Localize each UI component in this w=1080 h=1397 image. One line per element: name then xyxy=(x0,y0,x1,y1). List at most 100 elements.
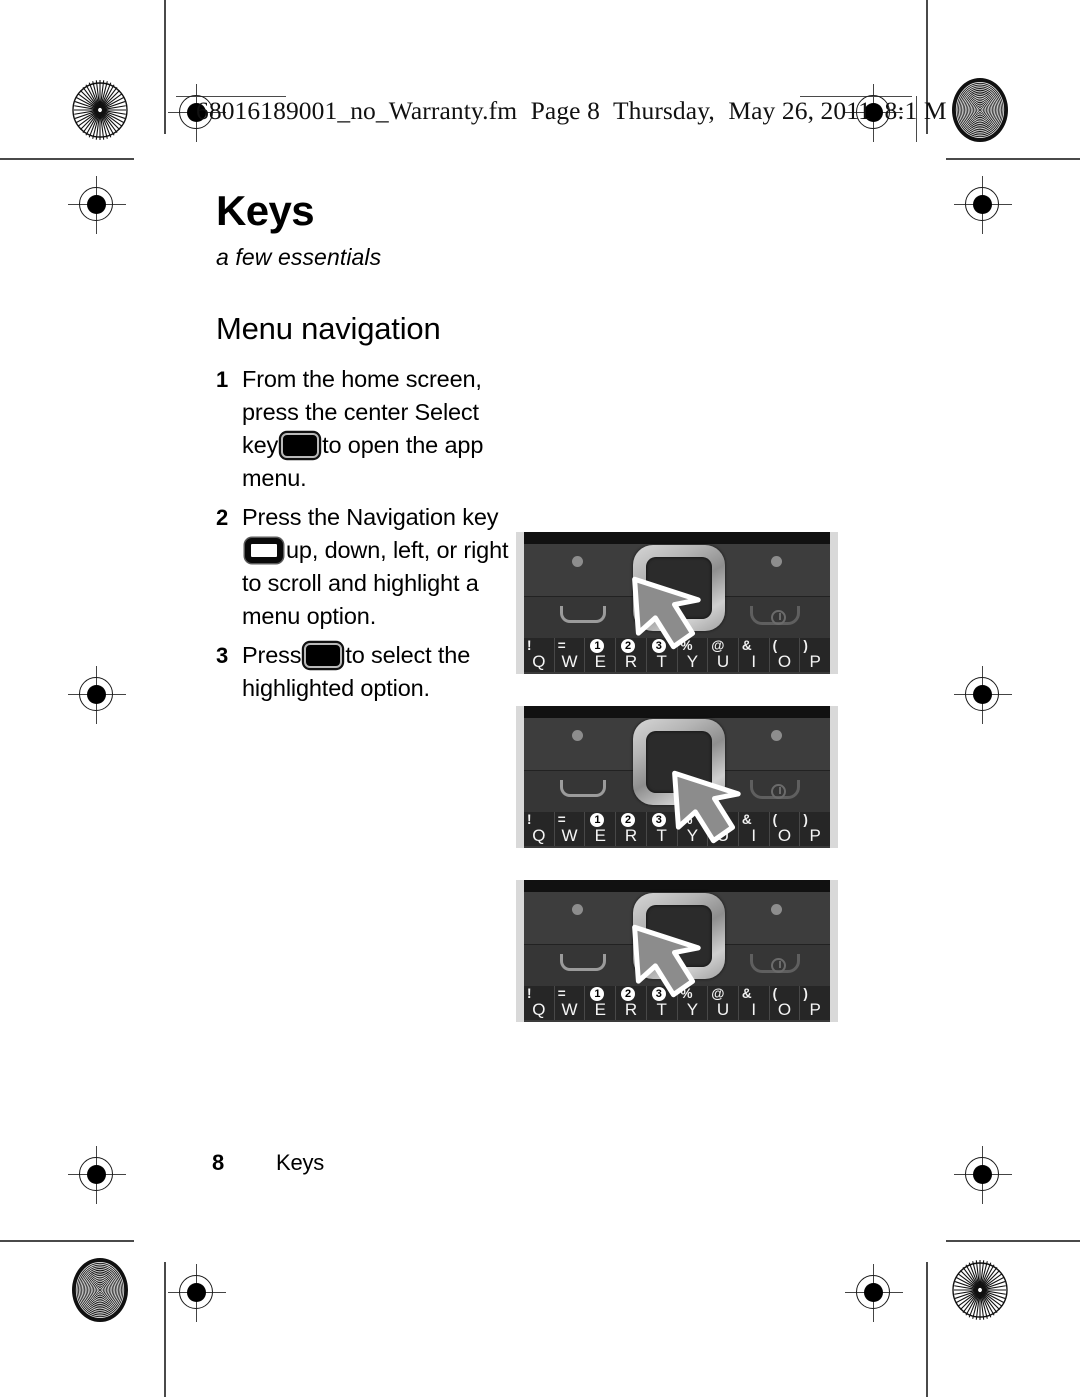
phone-top-strip xyxy=(524,706,830,718)
keyboard-key: ) P xyxy=(800,812,831,846)
phone-illustration: !Q=W1E2R3T%Y@U&I(O)P xyxy=(512,529,842,677)
trim-line-left-h-bottom xyxy=(0,1240,134,1242)
step-text-line: key xyxy=(242,432,279,458)
keyboard-key-letter: E xyxy=(594,652,606,671)
step-number: 1 xyxy=(216,367,229,392)
step-text-line: center Select xyxy=(343,399,479,425)
step-number: 3 xyxy=(216,643,229,668)
keyboard-key-letter: O xyxy=(777,826,792,845)
select-key-icon xyxy=(281,433,320,458)
phone-body: !Q=W1E2R3T%Y@U&I(O)P xyxy=(516,706,838,848)
keyboard-key-symbol: 2 xyxy=(621,987,636,1001)
phone-bezel-left xyxy=(516,532,524,674)
keyboard-key-symbol: & xyxy=(741,986,752,1001)
trim-line-right-h-top xyxy=(946,158,1080,160)
slug-time: 8:1 M xyxy=(884,96,947,125)
step-text-line: up, down, xyxy=(286,537,387,563)
step-text: From the home screen, press the center S… xyxy=(242,363,516,495)
body-area: 1 From the home screen, press the center… xyxy=(216,363,856,1025)
keyboard-key-symbol: = xyxy=(557,812,566,827)
soft-key-left-icon xyxy=(560,606,606,623)
phone-bezel-left xyxy=(516,706,524,848)
select-key-icon xyxy=(304,643,343,668)
step-text-line: to open the xyxy=(322,432,439,458)
keyboard-key: ) P xyxy=(800,638,831,672)
keyboard-key-symbol: ! xyxy=(527,986,532,1001)
phone-top-strip xyxy=(524,532,830,544)
keyboard-key-letter: P xyxy=(809,652,821,671)
keyboard-key-symbol: ( xyxy=(772,986,778,1001)
phone-indicator-dot-right xyxy=(771,556,782,567)
rosette-icon xyxy=(72,80,128,140)
keyboard-key-symbol: ( xyxy=(772,812,778,827)
keyboard-key-symbol: 1 xyxy=(590,813,605,827)
keyboard-key-letter: P xyxy=(809,826,821,845)
registration-mark-bottom-right xyxy=(845,1264,903,1322)
registration-mark-bottom-left xyxy=(168,1264,226,1322)
step-text-line: to select xyxy=(345,642,432,668)
keyboard-key-symbol: & xyxy=(741,638,752,653)
registration-mark-upper-right xyxy=(954,176,1012,234)
keyboard-key-letter: P xyxy=(809,1000,821,1019)
list-item: 3 Press to select the highlighted option. xyxy=(216,639,516,705)
keyboard-key: (O xyxy=(769,986,801,1020)
keyboard-key-letter: O xyxy=(777,1000,792,1019)
slug-line: 68016189001_no_Warranty.fm Page 8 Thursd… xyxy=(196,96,954,126)
figure-column: !Q=W1E2R3T%Y@U&I(O)P!Q=W1E2R3T%Y@U&I(O)P… xyxy=(512,529,842,1051)
keyboard-key: ! Q xyxy=(524,986,555,1020)
phone-body: !Q=W1E2R3T%Y@U&I(O)P xyxy=(516,880,838,1022)
trim-line-right-h-bottom xyxy=(946,1240,1080,1242)
keyboard-key: (O xyxy=(769,812,801,846)
keyboard-key: ! Q xyxy=(524,812,555,846)
phone-illustration: !Q=W1E2R3T%Y@U&I(O)P xyxy=(512,703,842,851)
keyboard-key: 1E xyxy=(585,986,617,1020)
page-content: Keys a few essentials Menu navigation 1 … xyxy=(216,190,856,1025)
rosette-icon xyxy=(75,1262,125,1318)
navigation-key-icon xyxy=(245,538,283,563)
power-icon xyxy=(771,784,786,799)
list-item: 1 From the home screen, press the center… xyxy=(216,363,516,495)
keyboard-key-symbol: ) xyxy=(803,986,808,1001)
phone-illustration: !Q=W1E2R3T%Y@U&I(O)P xyxy=(512,877,842,1025)
keyboard-key: = W xyxy=(554,986,586,1020)
rosette-icon xyxy=(955,82,1005,138)
keyboard-key-symbol: = xyxy=(557,986,566,1001)
keyboard-key: 1E xyxy=(585,812,617,846)
registration-mark-lower-left xyxy=(68,1146,126,1204)
keyboard-key: ! Q xyxy=(524,638,555,672)
step-text-line: key xyxy=(462,504,499,530)
keyboard-key: & I xyxy=(738,986,770,1020)
trim-line-bottom-right-v xyxy=(926,1262,928,1397)
phone-indicator-dot-left xyxy=(572,730,583,741)
footer-page-number: 8 xyxy=(212,1150,225,1175)
phone-body: !Q=W1E2R3T%Y@U&I(O)P xyxy=(516,532,838,674)
list-item: 2 Press the Navigation keyup, down, left… xyxy=(216,501,516,633)
keyboard-key-symbol: ! xyxy=(527,638,532,653)
keyboard-key-symbol: 1 xyxy=(590,639,605,653)
step-text-line: and highlight a xyxy=(328,570,479,596)
step-text: Press the Navigation keyup, down, left, … xyxy=(242,501,516,633)
slug-weekday: Thursday, xyxy=(612,96,715,125)
keyboard-key-letter: E xyxy=(594,826,606,845)
power-icon xyxy=(771,610,786,625)
section-title: Menu navigation xyxy=(216,311,441,346)
step-text-line: From the home xyxy=(242,366,400,392)
step-text-line: Press xyxy=(242,642,302,668)
phone-bezel-right xyxy=(830,706,838,848)
keyboard-key-letter: W xyxy=(561,1000,578,1019)
rosette-mark-top-right xyxy=(952,78,1008,142)
rosette-mark-bottom-left xyxy=(72,1258,128,1322)
keyboard-key: 1E xyxy=(585,638,617,672)
keyboard-key-letter: W xyxy=(561,652,578,671)
keyboard-key-letter: O xyxy=(777,652,792,671)
registration-mark-lower-right xyxy=(954,1146,1012,1204)
slug-page-label: Page 8 xyxy=(530,96,600,125)
rosette-mark-bottom-right xyxy=(952,1258,1008,1322)
registration-mark-mid-right xyxy=(954,666,1012,724)
keyboard-key: & I xyxy=(738,638,770,672)
phone-indicator-dot-left xyxy=(572,904,583,915)
trim-line-left-h-top xyxy=(0,158,134,160)
page-subtitle: a few essentials xyxy=(216,244,382,270)
slug-filename: 68016189001_no_Warranty.fm xyxy=(196,96,518,125)
step-text: Press to select the highlighted option. xyxy=(242,639,516,705)
